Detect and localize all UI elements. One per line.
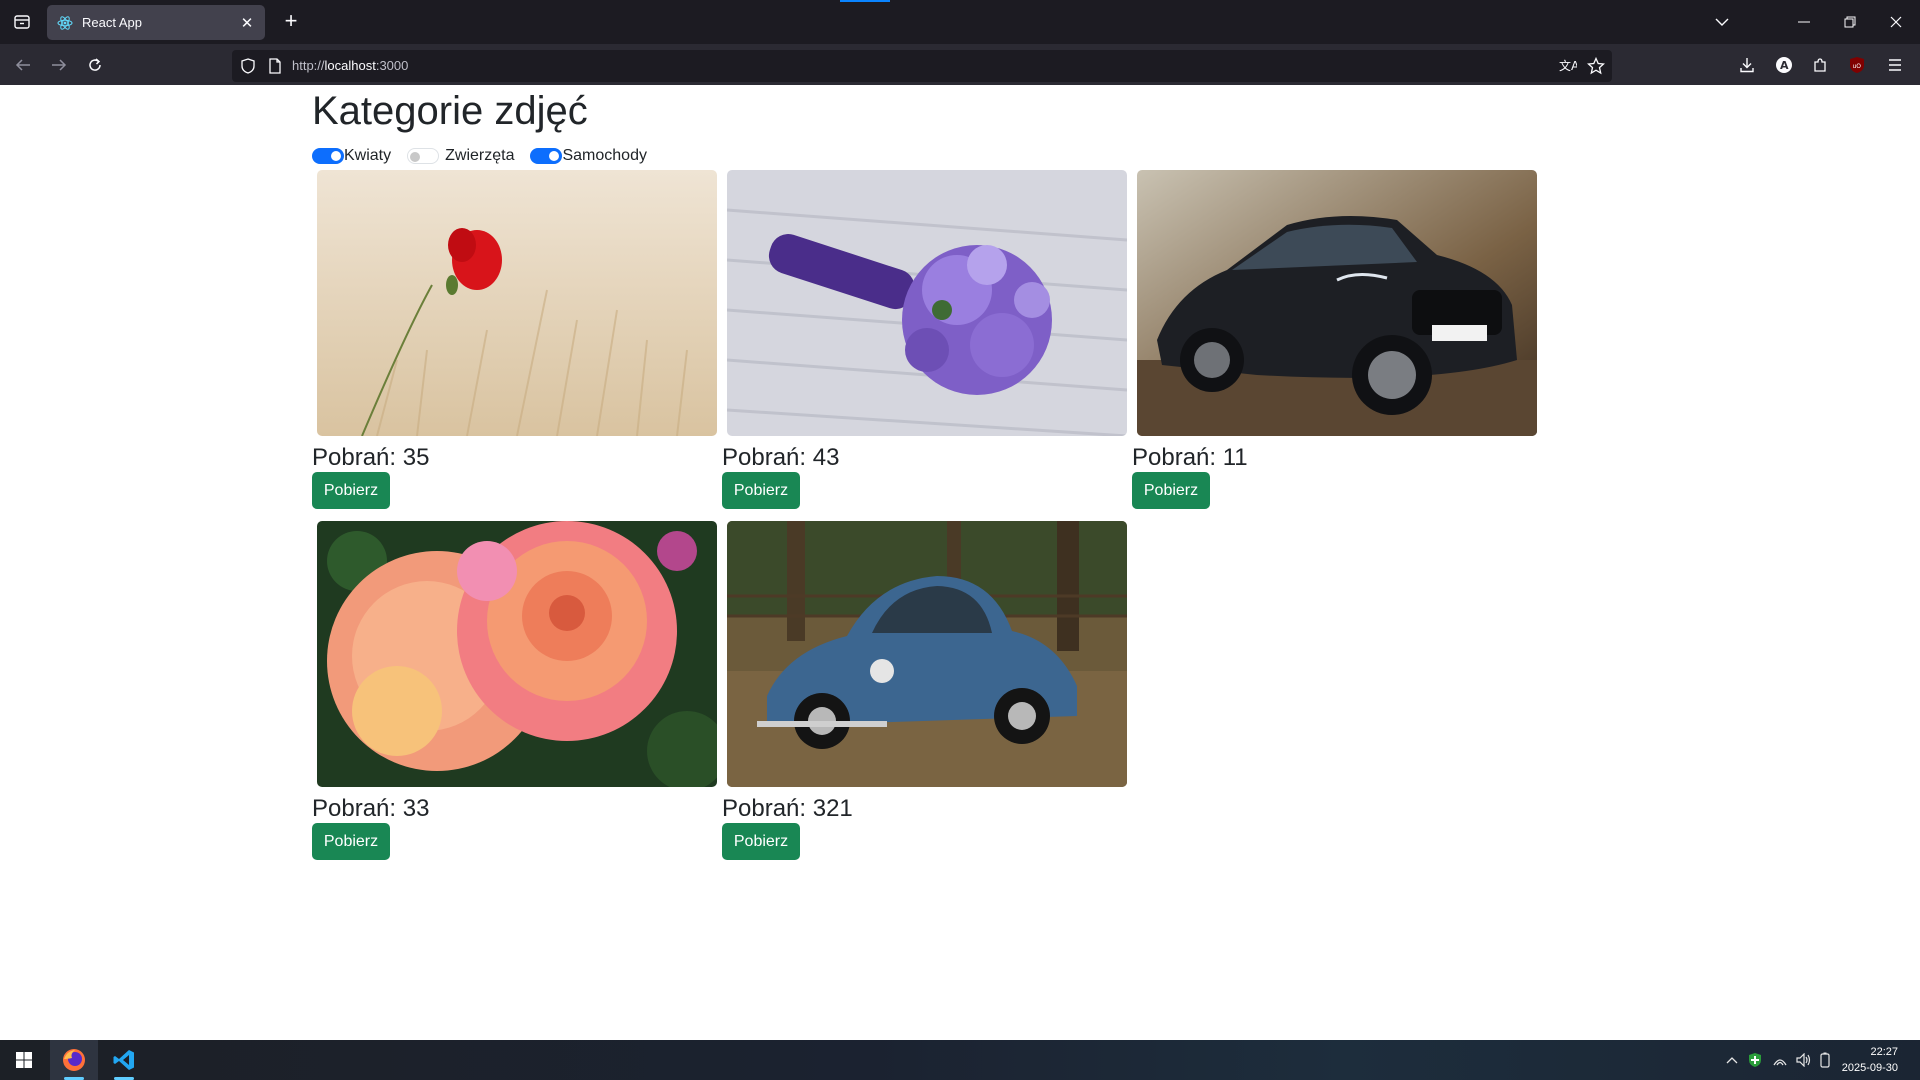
- volume-icon[interactable]: [1796, 1053, 1812, 1067]
- photo-black-car: [1137, 170, 1537, 436]
- tab-loading-indicator: [840, 0, 890, 2]
- bookmark-star-icon[interactable]: [1587, 57, 1605, 75]
- chevron-up-icon[interactable]: [1726, 1056, 1738, 1064]
- page-content: Kategorie zdjęć Kwiaty Zwierzęta Samocho…: [0, 85, 1920, 1040]
- svg-text:文A: 文A: [1559, 58, 1577, 73]
- browser-nav-bar: http://localhost:3000 文A A uO: [0, 44, 1920, 85]
- download-count: Pobrań: 321: [722, 795, 853, 822]
- network-icon[interactable]: [1772, 1053, 1788, 1067]
- download-button[interactable]: Pobierz: [312, 472, 390, 509]
- filter-label: Zwierzęta: [445, 147, 515, 164]
- download-count: Pobrań: 33: [312, 795, 430, 822]
- close-tab-icon[interactable]: ✕: [239, 14, 255, 32]
- category-filters: Kwiaty Zwierzęta Samochody: [312, 145, 663, 167]
- close-window-icon[interactable]: [1874, 0, 1918, 44]
- downloads-icon[interactable]: [1732, 50, 1762, 80]
- download-button[interactable]: Pobierz: [312, 823, 390, 860]
- photo-poppy: [317, 170, 717, 436]
- firefox-taskbar-icon[interactable]: [50, 1040, 98, 1080]
- menu-icon[interactable]: [1880, 50, 1910, 80]
- forward-icon[interactable]: [44, 50, 74, 80]
- browser-tab-bar: React App ✕ +: [0, 0, 1920, 44]
- chevron-down-icon[interactable]: [1700, 0, 1744, 44]
- photo-bouquet: [727, 170, 1127, 436]
- photo-vw-beetle: [727, 521, 1127, 787]
- system-tray: [1726, 1040, 1830, 1080]
- extensions-icon[interactable]: [1805, 50, 1835, 80]
- account-icon[interactable]: A: [1769, 50, 1799, 80]
- tab-title: React App: [82, 15, 142, 30]
- download-count: Pobrań: 43: [722, 444, 840, 471]
- filter-zwierzeta-toggle[interactable]: [407, 148, 440, 164]
- filter-samochody-toggle[interactable]: [530, 148, 563, 164]
- clock-time: 22:27: [1870, 1046, 1898, 1058]
- download-count: Pobrań: 11: [1132, 444, 1248, 471]
- filter-label: Kwiaty: [344, 147, 392, 164]
- restore-icon[interactable]: [1828, 0, 1872, 44]
- battery-icon[interactable]: [1820, 1052, 1830, 1068]
- url-text: http://localhost:3000: [292, 58, 409, 73]
- tab-react-app[interactable]: React App ✕: [47, 5, 265, 40]
- filter-samochody[interactable]: Samochody: [530, 147, 647, 165]
- react-favicon-icon: [57, 15, 73, 30]
- filter-zwierzeta[interactable]: Zwierzęta: [407, 147, 514, 165]
- download-button[interactable]: Pobierz: [1132, 472, 1210, 509]
- list-all-tabs-icon[interactable]: [8, 8, 36, 36]
- ublock-icon[interactable]: uO: [1842, 50, 1872, 80]
- svg-text:uO: uO: [1853, 63, 1862, 70]
- page-title: Kategorie zdjęć: [312, 89, 588, 133]
- photo-roses: [317, 521, 717, 787]
- svg-text:A: A: [1780, 59, 1789, 72]
- clock[interactable]: 22:27 2025-09-30: [1842, 1044, 1898, 1076]
- vscode-taskbar-icon[interactable]: [100, 1040, 148, 1080]
- minimize-icon[interactable]: [1782, 0, 1826, 44]
- download-button[interactable]: Pobierz: [722, 472, 800, 509]
- windows-start-icon[interactable]: [0, 1040, 48, 1080]
- shield-icon[interactable]: [240, 58, 256, 74]
- translate-icon[interactable]: 文A: [1559, 58, 1577, 74]
- reload-icon[interactable]: [80, 50, 110, 80]
- clock-date: 2025-09-30: [1841, 1062, 1898, 1074]
- back-icon[interactable]: [8, 50, 38, 80]
- page-icon[interactable]: [268, 58, 282, 74]
- filter-kwiaty-toggle[interactable]: [312, 148, 344, 164]
- new-tab-icon[interactable]: +: [278, 9, 304, 35]
- url-bar[interactable]: http://localhost:3000 文A: [232, 50, 1612, 82]
- defender-shield-icon[interactable]: [1748, 1052, 1762, 1068]
- filter-kwiaty[interactable]: Kwiaty: [312, 147, 391, 165]
- taskbar: 22:27 2025-09-30: [0, 1040, 1920, 1080]
- download-button[interactable]: Pobierz: [722, 823, 800, 860]
- filter-label: Samochody: [562, 147, 647, 164]
- download-count: Pobrań: 35: [312, 444, 430, 471]
